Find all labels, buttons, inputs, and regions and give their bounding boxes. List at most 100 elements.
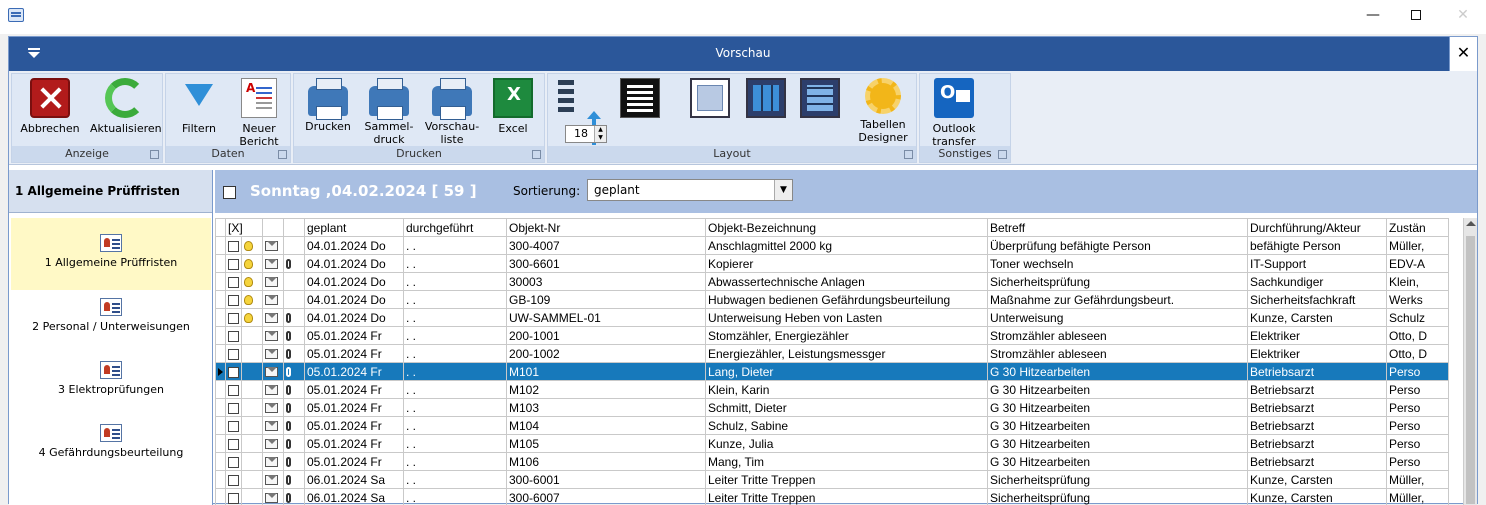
row-bulb[interactable] [242, 309, 263, 327]
envelope-icon[interactable] [265, 277, 278, 287]
group-launcher-icon[interactable] [904, 150, 913, 159]
row-envelope[interactable] [263, 255, 284, 273]
header-akteur[interactable]: Durchführung/Akteur [1248, 219, 1387, 237]
row-envelope[interactable] [263, 345, 284, 363]
cell-objekt-bezeichnung[interactable]: Schmitt, Dieter [706, 399, 988, 417]
row-envelope[interactable] [263, 381, 284, 399]
cell-zustaendig[interactable]: Perso [1387, 453, 1449, 471]
filtern-button[interactable]: Filtern [174, 78, 224, 135]
row-checkbox[interactable] [226, 453, 242, 471]
cell-zustaendig[interactable]: Perso [1387, 363, 1449, 381]
table-row[interactable]: 05.01.2024 Fr. .M102Klein, KarinG 30 Hit… [216, 381, 1449, 399]
row-checkbox[interactable] [228, 385, 239, 396]
row-envelope[interactable] [263, 399, 284, 417]
row-checkbox[interactable] [226, 345, 242, 363]
cell-objekt-nr[interactable]: M104 [507, 417, 706, 435]
maximize-button[interactable] [1393, 0, 1439, 32]
envelope-icon[interactable] [265, 313, 278, 323]
cell-objekt-nr[interactable]: UW-SAMMEL-01 [507, 309, 706, 327]
paperclip-icon[interactable] [286, 457, 291, 467]
cell-geplant[interactable]: 04.01.2024 Do [305, 291, 404, 309]
row-attachment[interactable] [284, 345, 305, 363]
cell-objekt-bezeichnung[interactable]: Abwassertechnische Anlagen [706, 273, 988, 291]
cell-durchgefuehrt[interactable]: . . [404, 273, 507, 291]
cell-zustaendig[interactable]: Werks [1387, 291, 1449, 309]
row-attachment[interactable] [284, 363, 305, 381]
row-attachment[interactable] [284, 489, 305, 505]
row-bulb[interactable] [242, 345, 263, 363]
cell-geplant[interactable]: 05.01.2024 Fr [305, 381, 404, 399]
cell-objekt-bezeichnung[interactable]: Hubwagen bedienen Gefährdungsbeurteilung [706, 291, 988, 309]
cell-geplant[interactable]: 04.01.2024 Do [305, 255, 404, 273]
row-checkbox[interactable] [228, 439, 239, 450]
cell-akteur[interactable]: Betriebsarzt [1248, 381, 1387, 399]
cell-objekt-nr[interactable]: 30003 [507, 273, 706, 291]
table-row[interactable]: 06.01.2024 Sa. .300-6001Leiter Tritte Tr… [216, 471, 1449, 489]
cell-geplant[interactable]: 05.01.2024 Fr [305, 363, 404, 381]
row-attachment[interactable] [284, 417, 305, 435]
cell-geplant[interactable]: 05.01.2024 Fr [305, 327, 404, 345]
cell-betreff[interactable]: Unterweisung [988, 309, 1248, 327]
cell-betreff[interactable]: Überprüfung befähigte Person [988, 237, 1248, 255]
row-bulb[interactable] [242, 417, 263, 435]
row-envelope[interactable] [263, 237, 284, 255]
paperclip-icon[interactable] [286, 421, 291, 431]
abbrechen-button[interactable]: Abbrechen [18, 78, 82, 135]
paperclip-icon[interactable] [286, 367, 291, 377]
paperclip-icon[interactable] [286, 475, 291, 485]
vertical-scrollbar[interactable] [1463, 218, 1477, 505]
envelope-icon[interactable] [265, 421, 278, 431]
row-checkbox[interactable] [228, 313, 239, 324]
row-bulb[interactable] [242, 273, 263, 291]
cell-durchgefuehrt[interactable]: . . [404, 399, 507, 417]
cell-zustaendig[interactable]: Perso [1387, 417, 1449, 435]
row-envelope[interactable] [263, 453, 284, 471]
row-envelope[interactable] [263, 417, 284, 435]
cell-durchgefuehrt[interactable]: . . [404, 291, 507, 309]
row-attachment[interactable] [284, 237, 305, 255]
cell-objekt-bezeichnung[interactable]: Klein, Karin [706, 381, 988, 399]
cell-betreff[interactable]: Stromzähler ableseen [988, 327, 1248, 345]
nav-item-elektropruefungen[interactable]: 3 Elektroprüfungen [11, 357, 211, 417]
row-checkbox[interactable] [228, 241, 239, 252]
row-checkbox[interactable] [226, 327, 242, 345]
envelope-icon[interactable] [265, 241, 278, 251]
group-launcher-icon[interactable] [998, 150, 1007, 159]
window-close-button[interactable]: ✕ [1440, 0, 1486, 32]
grid-view-striped-icon[interactable] [800, 78, 840, 118]
cell-betreff[interactable]: Sicherheitsprüfung [988, 273, 1248, 291]
header-betreff[interactable]: Betreff [988, 219, 1248, 237]
row-checkbox[interactable] [226, 489, 242, 505]
cell-durchgefuehrt[interactable]: . . [404, 309, 507, 327]
row-indicator[interactable] [216, 345, 226, 363]
envelope-icon[interactable] [265, 457, 278, 467]
cell-durchgefuehrt[interactable]: . . [404, 489, 507, 505]
row-envelope[interactable] [263, 435, 284, 453]
grid-view-light-icon[interactable] [690, 78, 730, 118]
cell-durchgefuehrt[interactable]: . . [404, 417, 507, 435]
envelope-icon[interactable] [265, 331, 278, 341]
row-checkbox[interactable] [228, 259, 239, 270]
row-indicator[interactable] [216, 255, 226, 273]
cell-akteur[interactable]: Betriebsarzt [1248, 453, 1387, 471]
nav-item-gefaehrdungsbeurteilung[interactable]: 4 Gefährdungsbeurteilung [11, 420, 211, 480]
row-bulb[interactable] [242, 435, 263, 453]
cell-objekt-nr[interactable]: M102 [507, 381, 706, 399]
cell-betreff[interactable]: Sicherheitsprüfung [988, 471, 1248, 489]
cell-zustaendig[interactable]: Perso [1387, 399, 1449, 417]
cell-durchgefuehrt[interactable]: . . [404, 327, 507, 345]
envelope-icon[interactable] [265, 439, 278, 449]
row-attachment[interactable] [284, 381, 305, 399]
row-checkbox[interactable] [228, 475, 239, 486]
row-bulb[interactable] [242, 453, 263, 471]
header-durchgefuehrt[interactable]: durchgeführt [404, 219, 507, 237]
paperclip-icon[interactable] [286, 385, 291, 395]
row-checkbox[interactable] [226, 255, 242, 273]
cell-zustaendig[interactable]: EDV-A [1387, 255, 1449, 273]
tabellen-designer-button[interactable]: Tabellen Designer [852, 78, 914, 144]
row-indicator[interactable] [216, 237, 226, 255]
row-checkbox[interactable] [228, 493, 239, 504]
row-indicator[interactable] [216, 381, 226, 399]
paperclip-icon[interactable] [286, 439, 291, 449]
cell-zustaendig[interactable]: Otto, D [1387, 345, 1449, 363]
